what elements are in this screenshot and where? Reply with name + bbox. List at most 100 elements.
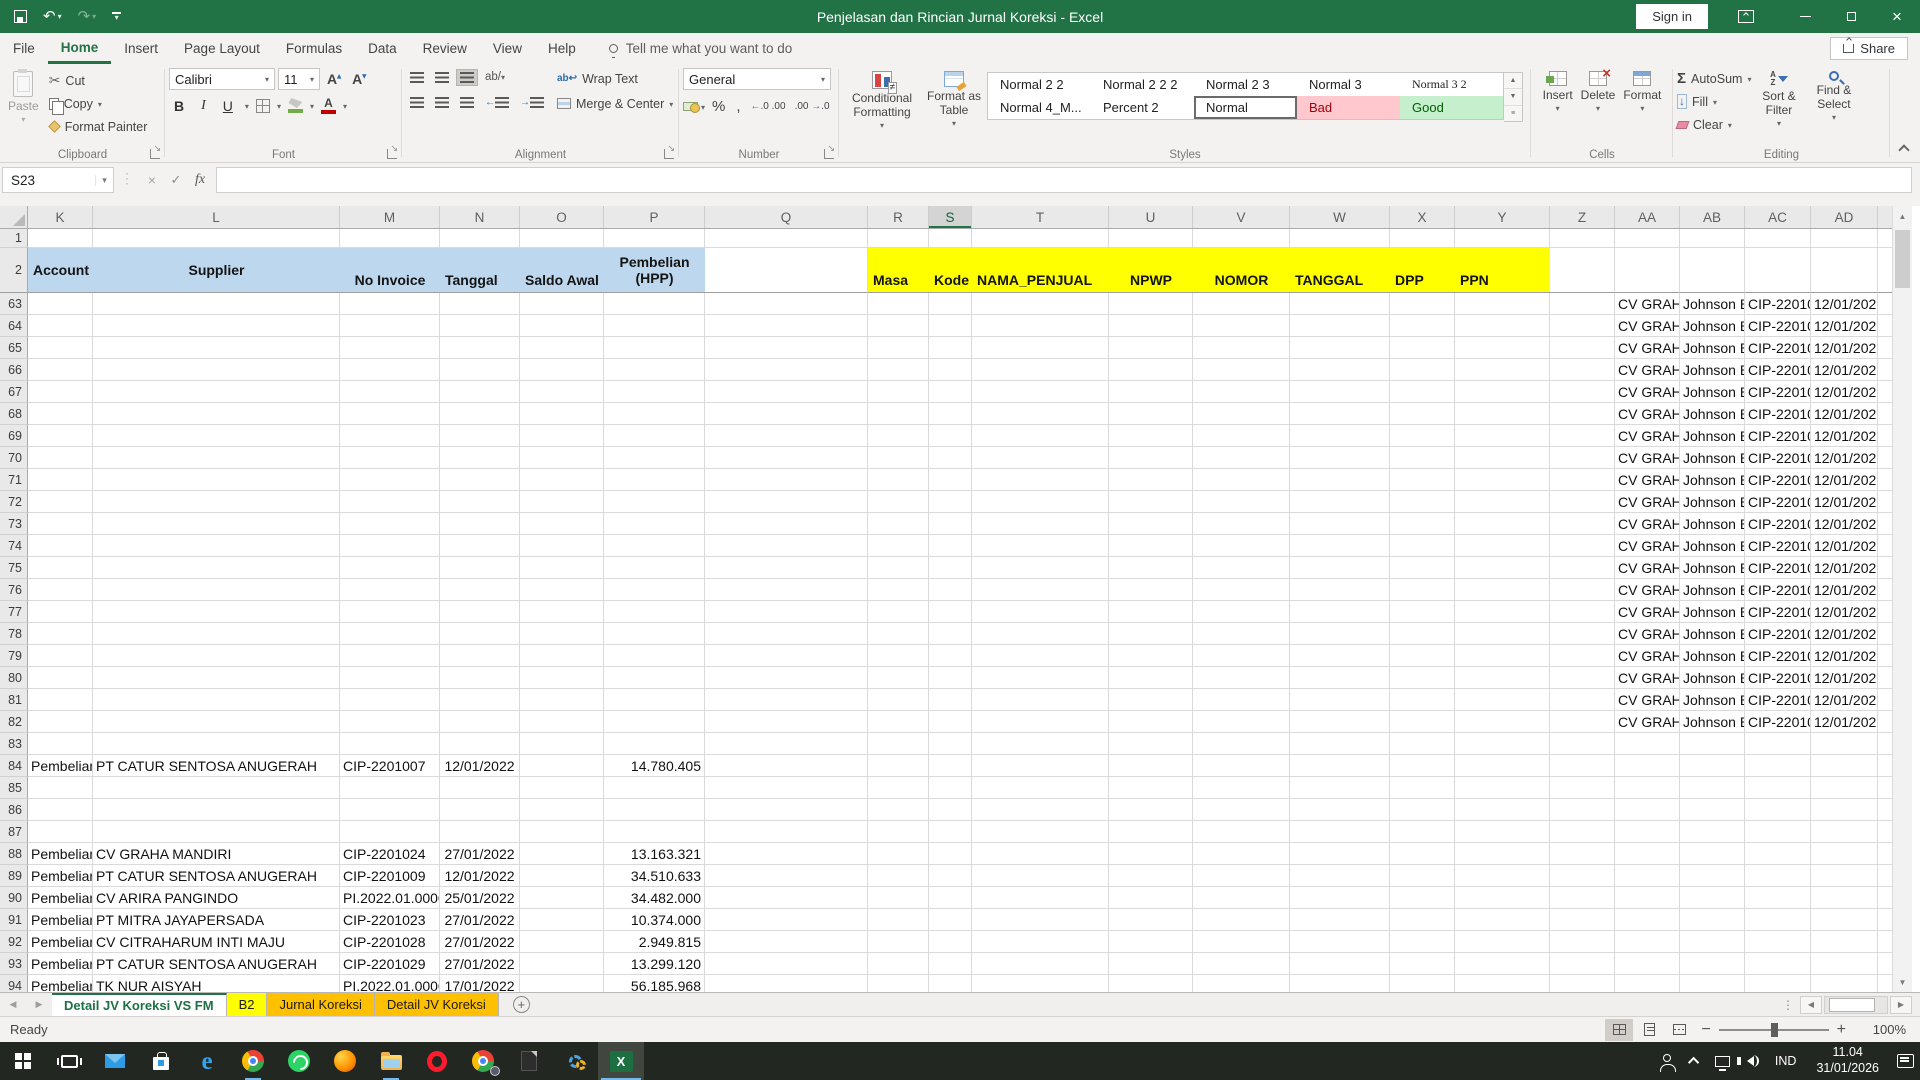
- cell-Z71[interactable]: [1550, 469, 1615, 491]
- cell-M83[interactable]: [340, 733, 440, 755]
- cell-T1[interactable]: [972, 229, 1109, 248]
- cell-O89[interactable]: [520, 865, 604, 887]
- cell-AC63[interactable]: CIP-22010: [1745, 293, 1811, 315]
- decrease-decimal-button[interactable]: .00 →.0: [792, 101, 833, 112]
- cell-R89[interactable]: [868, 865, 929, 887]
- header-cell-K[interactable]: Account: [28, 248, 93, 293]
- cell-Y74[interactable]: [1455, 535, 1550, 557]
- cell-AC79[interactable]: CIP-22010: [1745, 645, 1811, 667]
- cell-S71[interactable]: [929, 469, 972, 491]
- cell-style-good[interactable]: Good: [1400, 96, 1503, 119]
- cell-O82[interactable]: [520, 711, 604, 733]
- cell-X1[interactable]: [1390, 229, 1455, 248]
- cell-M65[interactable]: [340, 337, 440, 359]
- cell-M94[interactable]: PI.2022.01.00003: [340, 975, 440, 992]
- cell-AA79[interactable]: CV GRAHA: [1615, 645, 1680, 667]
- cell-AA87[interactable]: [1615, 821, 1680, 843]
- cell-T71[interactable]: [972, 469, 1109, 491]
- cell-T92[interactable]: [972, 931, 1109, 953]
- ribbon-tab-page-layout[interactable]: Page Layout: [171, 33, 273, 64]
- cell-N73[interactable]: [440, 513, 520, 535]
- cell-X65[interactable]: [1390, 337, 1455, 359]
- paste-button[interactable]: Paste ▾: [4, 68, 43, 137]
- ribbon-tab-insert[interactable]: Insert: [111, 33, 171, 64]
- cell-Q72[interactable]: [705, 491, 868, 513]
- header-cell-M[interactable]: No Invoice: [340, 248, 440, 293]
- cell-K71[interactable]: [28, 469, 93, 491]
- align-center-button[interactable]: [431, 94, 453, 111]
- cell-U89[interactable]: [1109, 865, 1193, 887]
- ribbon-tab-data[interactable]: Data: [355, 33, 410, 64]
- cell-X91[interactable]: [1390, 909, 1455, 931]
- cell-N63[interactable]: [440, 293, 520, 315]
- cell-AB76[interactable]: Johnson Ba: [1680, 579, 1745, 601]
- cell-AC65[interactable]: CIP-22010: [1745, 337, 1811, 359]
- cell-M79[interactable]: [340, 645, 440, 667]
- cell-T77[interactable]: [972, 601, 1109, 623]
- cell-Q90[interactable]: [705, 887, 868, 909]
- action-center-icon[interactable]: [1897, 1054, 1914, 1068]
- cell-Z1[interactable]: [1550, 229, 1615, 248]
- cell-L73[interactable]: [93, 513, 340, 535]
- cell-O80[interactable]: [520, 667, 604, 689]
- cell-R88[interactable]: [868, 843, 929, 865]
- cell-Y93[interactable]: [1455, 953, 1550, 975]
- cell-L83[interactable]: [93, 733, 340, 755]
- cell-N93[interactable]: 27/01/2022: [440, 953, 520, 975]
- cell-M77[interactable]: [340, 601, 440, 623]
- cell-P76[interactable]: [604, 579, 705, 601]
- header-cell-N[interactable]: Tanggal: [440, 248, 520, 293]
- cell-K94[interactable]: Pembelian: [28, 975, 93, 992]
- cell-R77[interactable]: [868, 601, 929, 623]
- cell-T67[interactable]: [972, 381, 1109, 403]
- column-header-P[interactable]: P: [604, 206, 705, 228]
- cell-R94[interactable]: [868, 975, 929, 992]
- cell-W88[interactable]: [1290, 843, 1390, 865]
- cell-Q73[interactable]: [705, 513, 868, 535]
- cell-T85[interactable]: [972, 777, 1109, 799]
- header-cell-O[interactable]: Saldo Awal: [520, 248, 604, 293]
- cell-Q87[interactable]: [705, 821, 868, 843]
- cell-Z66[interactable]: [1550, 359, 1615, 381]
- cell-S94[interactable]: [929, 975, 972, 992]
- cell-Z64[interactable]: [1550, 315, 1615, 337]
- cell-Q76[interactable]: [705, 579, 868, 601]
- cell-R82[interactable]: [868, 711, 929, 733]
- cell-AB84[interactable]: [1680, 755, 1745, 777]
- cell-N67[interactable]: [440, 381, 520, 403]
- cell-K86[interactable]: [28, 799, 93, 821]
- cell-O83[interactable]: [520, 733, 604, 755]
- cell-AB87[interactable]: [1680, 821, 1745, 843]
- cell-AD79[interactable]: 12/01/2022: [1811, 645, 1878, 667]
- conditional-formatting-button[interactable]: Conditional Formatting ▾: [843, 68, 921, 146]
- horizontal-scroll-thumb[interactable]: [1829, 998, 1875, 1012]
- cell-L69[interactable]: [93, 425, 340, 447]
- cell-AC76[interactable]: CIP-22010: [1745, 579, 1811, 601]
- cell-K64[interactable]: [28, 315, 93, 337]
- cell-AD93[interactable]: [1811, 953, 1878, 975]
- cell-AD89[interactable]: [1811, 865, 1878, 887]
- collapse-ribbon-button[interactable]: [1898, 144, 1909, 155]
- cell-style-normal-2-2-2[interactable]: Normal 2 2 2: [1091, 73, 1194, 96]
- cell-AC73[interactable]: CIP-22010: [1745, 513, 1811, 535]
- cell-N84[interactable]: 12/01/2022: [440, 755, 520, 777]
- cell-V68[interactable]: [1193, 403, 1290, 425]
- cell-O72[interactable]: [520, 491, 604, 513]
- cell-O73[interactable]: [520, 513, 604, 535]
- row-header-1[interactable]: 1: [0, 229, 28, 248]
- cell-K80[interactable]: [28, 667, 93, 689]
- cell-U67[interactable]: [1109, 381, 1193, 403]
- cell-K84[interactable]: Pembelian: [28, 755, 93, 777]
- cell-P75[interactable]: [604, 557, 705, 579]
- cell-U91[interactable]: [1109, 909, 1193, 931]
- restore-button[interactable]: [1828, 0, 1874, 33]
- cell-S88[interactable]: [929, 843, 972, 865]
- cell-Z80[interactable]: [1550, 667, 1615, 689]
- cell-Z68[interactable]: [1550, 403, 1615, 425]
- taskbar-button-task-view[interactable]: [46, 1042, 92, 1080]
- cell-W76[interactable]: [1290, 579, 1390, 601]
- cell-Y73[interactable]: [1455, 513, 1550, 535]
- cell-K66[interactable]: [28, 359, 93, 381]
- cell-AB70[interactable]: Johnson Ba: [1680, 447, 1745, 469]
- cell-V94[interactable]: [1193, 975, 1290, 992]
